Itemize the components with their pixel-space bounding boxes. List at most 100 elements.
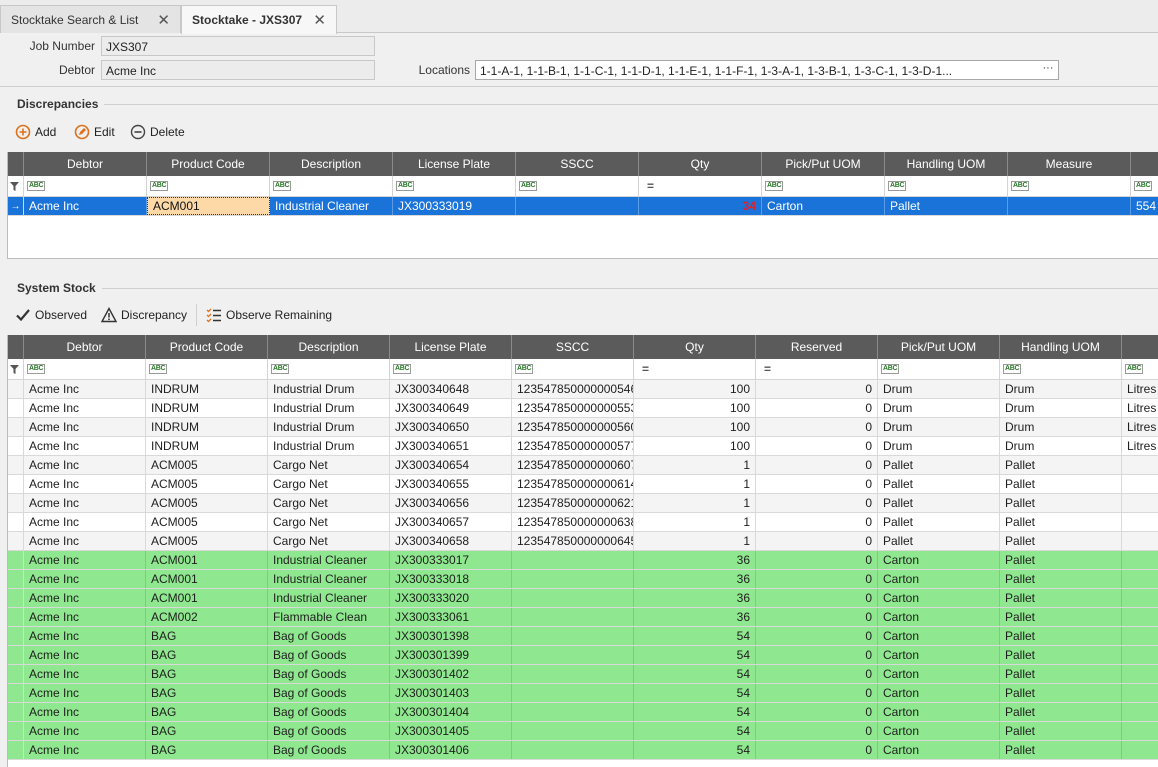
cell-reserved[interactable]: 0: [756, 570, 878, 588]
cell-qty[interactable]: 36: [634, 570, 756, 588]
cell-reserved[interactable]: 0: [756, 684, 878, 702]
cell-handling-uom[interactable]: Pallet: [1000, 741, 1122, 759]
cell-reserved[interactable]: 0: [756, 722, 878, 740]
cell-license-plate[interactable]: JX300340656: [390, 494, 512, 512]
tab-stocktake-jxs307[interactable]: Stocktake - JXS307 ✕: [181, 5, 337, 34]
cell-qty[interactable]: 1: [634, 513, 756, 531]
locations-more-button[interactable]: ···: [1040, 62, 1056, 78]
cell-sscc[interactable]: [512, 608, 634, 626]
cell-reserved[interactable]: 0: [756, 456, 878, 474]
cell-debtor[interactable]: Acme Inc: [24, 437, 146, 455]
cell-handling-uom[interactable]: Pallet: [1000, 608, 1122, 626]
column-header-pick-put-uom[interactable]: Pick/Put UOM: [762, 152, 885, 176]
column-header-sscc[interactable]: SSCC: [516, 152, 639, 176]
cell-pick-put-uom[interactable]: Carton: [878, 741, 1000, 759]
cell-qty[interactable]: 36: [634, 551, 756, 569]
cell-debtor[interactable]: Acme Inc: [24, 399, 146, 417]
table-row[interactable]: Acme Inc BAG Bag of Goods JX300301402 54 0 Car…: [8, 665, 1158, 684]
cell-handling-uom[interactable]: Pallet: [1000, 475, 1122, 493]
cell-sscc[interactable]: 123547850000000560: [512, 418, 634, 436]
column-header-debtor[interactable]: Debtor: [24, 335, 146, 359]
table-row[interactable]: Acme Inc ACM001 Industrial Cleaner JX300333…: [8, 570, 1158, 589]
cell-reserved[interactable]: 0: [756, 418, 878, 436]
cell-pick-put-uom[interactable]: Pallet: [878, 513, 1000, 531]
cell-product-code[interactable]: BAG: [146, 646, 268, 664]
filter-cell-reserved[interactable]: =: [756, 359, 878, 379]
cell-debtor[interactable]: Acme Inc: [24, 741, 146, 759]
cell-pick-put-uom[interactable]: Carton: [878, 589, 1000, 607]
cell-description[interactable]: Flammable Clean: [268, 608, 390, 626]
cell-sscc[interactable]: 123547850000000614: [512, 475, 634, 493]
discrepancy-button[interactable]: Discrepancy: [100, 307, 187, 323]
cell-sscc[interactable]: [512, 646, 634, 664]
cell-product-code[interactable]: BAG: [146, 741, 268, 759]
filter-cell-debtor[interactable]: ABC: [24, 176, 147, 196]
column-header-handling-uom[interactable]: Handling UOM: [885, 152, 1008, 176]
cell-product-code[interactable]: BAG: [146, 627, 268, 645]
cell-pick-put-uom[interactable]: Drum: [878, 418, 1000, 436]
cell-license-plate[interactable]: JX300301399: [390, 646, 512, 664]
tab-stocktake-search[interactable]: Stocktake Search & List ✕: [0, 5, 181, 33]
filter-icon[interactable]: [8, 359, 24, 379]
column-header-description[interactable]: Description: [268, 335, 390, 359]
cell-handling-uom[interactable]: Pallet: [1000, 494, 1122, 512]
column-header-measure[interactable]: Measure: [1008, 152, 1131, 176]
cell-handling-uom[interactable]: Pallet: [1000, 627, 1122, 645]
cell-extra[interactable]: Litres: [1122, 380, 1158, 398]
column-header-reserved[interactable]: Reserved: [756, 335, 878, 359]
cell-product-code[interactable]: ACM005: [146, 475, 268, 493]
cell-qty[interactable]: 54: [634, 722, 756, 740]
cell-sscc[interactable]: [512, 703, 634, 721]
cell-license-plate[interactable]: JX300301403: [390, 684, 512, 702]
cell-product-code[interactable]: BAG: [146, 703, 268, 721]
cell-qty[interactable]: 1: [634, 532, 756, 550]
cell-handling-uom[interactable]: Pallet: [1000, 532, 1122, 550]
cell-handling-uom[interactable]: Pallet: [1000, 570, 1122, 588]
cell-qty[interactable]: 54: [634, 703, 756, 721]
table-row[interactable]: Acme Inc ACM005 Cargo Net JX300340658 123547…: [8, 532, 1158, 551]
table-row[interactable]: Acme Inc BAG Bag of Goods JX300301405 54 0 Car…: [8, 722, 1158, 741]
cell-reserved[interactable]: 0: [756, 741, 878, 759]
row-indicator[interactable]: [8, 722, 24, 740]
cell-debtor[interactable]: Acme Inc: [24, 456, 146, 474]
filter-cell-qty[interactable]: =: [634, 359, 756, 379]
cell-extra[interactable]: [1122, 608, 1158, 626]
cell-reserved[interactable]: 0: [756, 437, 878, 455]
row-indicator[interactable]: [8, 741, 24, 759]
cell-sscc[interactable]: 123547850000000577: [512, 437, 634, 455]
cell-license-plate[interactable]: JX300333017: [390, 551, 512, 569]
table-row[interactable]: Acme Inc ACM005 Cargo Net JX300340654 123547…: [8, 456, 1158, 475]
cell-license-plate[interactable]: JX300340655: [390, 475, 512, 493]
cell-product-code[interactable]: INDRUM: [146, 380, 268, 398]
cell-extra[interactable]: [1122, 570, 1158, 588]
cell-qty[interactable]: 36: [634, 608, 756, 626]
filter-cell-debtor[interactable]: ABC: [24, 359, 146, 379]
cell-measure[interactable]: [1008, 197, 1131, 215]
cell-handling-uom[interactable]: Pallet: [1000, 456, 1122, 474]
cell-sscc[interactable]: 123547850000000546: [512, 380, 634, 398]
cell-debtor[interactable]: Acme Inc: [24, 532, 146, 550]
cell-qty[interactable]: 100: [634, 437, 756, 455]
cell-reserved[interactable]: 0: [756, 380, 878, 398]
cell-product-code[interactable]: ACM005: [146, 513, 268, 531]
row-indicator[interactable]: [8, 380, 24, 398]
filter-cell-description[interactable]: ABC: [270, 176, 393, 196]
cell-product-code[interactable]: ACM002: [146, 608, 268, 626]
cell-description[interactable]: Industrial Drum: [268, 399, 390, 417]
debtor-field[interactable]: Acme Inc: [101, 60, 375, 80]
table-row[interactable]: Acme Inc BAG Bag of Goods JX300301399 54 0 Car…: [8, 646, 1158, 665]
cell-qty[interactable]: 36: [634, 589, 756, 607]
cell-pick-put-uom[interactable]: Drum: [878, 437, 1000, 455]
cell-description[interactable]: Bag of Goods: [268, 722, 390, 740]
cell-license-plate[interactable]: JX300340649: [390, 399, 512, 417]
cell-product-code[interactable]: BAG: [146, 722, 268, 740]
cell-handling-uom[interactable]: Pallet: [1000, 684, 1122, 702]
cell-debtor[interactable]: Acme Inc: [24, 418, 146, 436]
cell-extra[interactable]: [1122, 722, 1158, 740]
cell-debtor[interactable]: Acme Inc: [24, 380, 146, 398]
filter-cell-handling-uom[interactable]: ABC: [885, 176, 1008, 196]
table-row[interactable]: Acme Inc ACM005 Cargo Net JX300340656 123547…: [8, 494, 1158, 513]
cell-description[interactable]: Cargo Net: [268, 475, 390, 493]
cell-extra[interactable]: [1122, 665, 1158, 683]
column-header-debtor[interactable]: Debtor: [24, 152, 147, 176]
